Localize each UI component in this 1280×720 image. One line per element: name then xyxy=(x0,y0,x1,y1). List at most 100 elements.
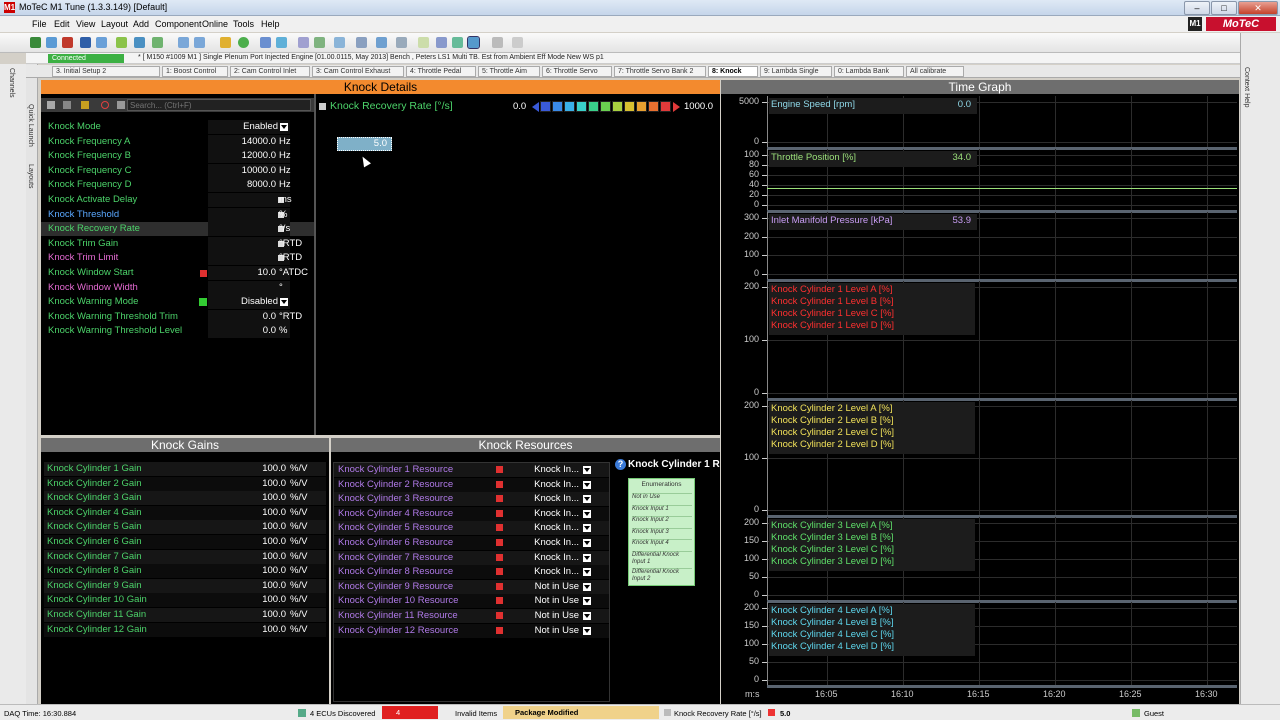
resource-row[interactable]: Knock Cylinder 9 Resource Not in Use xyxy=(334,579,609,594)
compare-icon[interactable] xyxy=(134,37,145,48)
menu-view[interactable]: View xyxy=(76,19,95,29)
resource-value[interactable]: Knock In... xyxy=(534,478,579,492)
channels-tab[interactable]: Channels xyxy=(8,68,15,98)
resource-row[interactable]: Knock Cylinder 1 Resource Knock In... xyxy=(334,463,609,477)
menu-file[interactable]: File xyxy=(32,19,47,29)
refresh-icon[interactable] xyxy=(116,37,127,48)
dropdown-icon[interactable] xyxy=(583,509,591,518)
menu-help[interactable]: Help xyxy=(261,19,280,29)
sort-icon[interactable] xyxy=(117,101,125,109)
tab-cam-exhaust[interactable]: 3: Cam Control Exhaust xyxy=(312,66,404,77)
layouts-tab[interactable]: Layouts xyxy=(27,164,34,189)
gain-row[interactable]: Knock Cylinder 11 Gain 100.0 %/V xyxy=(44,608,326,622)
detail-row[interactable]: Knock Warning Threshold Trim 0.0 °RTD xyxy=(41,309,314,324)
gain-value[interactable]: 100.0 xyxy=(262,608,286,622)
connect-icon[interactable] xyxy=(30,37,41,48)
settings-icon[interactable] xyxy=(492,37,503,48)
maximize-button[interactable]: □ xyxy=(1211,1,1237,15)
window-icon[interactable] xyxy=(376,37,387,48)
error-count[interactable]: 4 xyxy=(382,706,438,719)
value-cell[interactable] xyxy=(208,236,290,251)
value-cell[interactable] xyxy=(208,280,290,295)
resource-value[interactable]: Knock In... xyxy=(534,536,579,550)
dropdown-icon[interactable] xyxy=(583,495,591,504)
resource-row[interactable]: Knock Cylinder 3 Resource Knock In... xyxy=(334,492,609,507)
dropdown-icon[interactable] xyxy=(583,466,591,474)
menu-layout[interactable]: Layout xyxy=(101,19,128,29)
ecus-discovered[interactable]: 4 ECUs Discovered xyxy=(310,709,375,718)
gain-row[interactable]: Knock Cylinder 6 Gain 100.0 %/V xyxy=(44,535,326,549)
gain-value[interactable]: 100.0 xyxy=(262,535,286,549)
save-icon[interactable] xyxy=(80,37,91,48)
resource-value[interactable]: Knock In... xyxy=(534,565,579,579)
detail-row[interactable]: Knock Frequency D 8000.0 Hz xyxy=(41,178,314,193)
tab-boost-control[interactable]: 1: Boost Control xyxy=(162,66,228,77)
gain-row[interactable]: Knock Cylinder 7 Gain 100.0 %/V xyxy=(44,549,326,564)
gain-row[interactable]: Knock Cylinder 12 Gain 100.0 %/V xyxy=(44,622,326,637)
value-cell[interactable] xyxy=(208,222,290,237)
value-cell[interactable]: Disabled xyxy=(199,295,290,310)
dropdown-icon[interactable] xyxy=(280,298,288,307)
redo-icon[interactable] xyxy=(194,37,205,48)
tab-all-calibrate[interactable]: All calibrate xyxy=(906,66,964,77)
layout-icon[interactable] xyxy=(260,37,271,48)
disconnect-icon[interactable] xyxy=(62,37,73,48)
undo-icon[interactable] xyxy=(178,37,189,48)
gain-value[interactable]: 100.0 xyxy=(262,477,286,491)
gain-value[interactable]: 100.0 xyxy=(262,593,286,607)
tab-lambda-bank[interactable]: 0: Lambda Bank xyxy=(834,66,904,77)
value-cell[interactable]: Enabled xyxy=(208,120,290,134)
time-graph-area[interactable]: 5000 0 Engine Speed [rpm] 0.0 100 80 60 40 20 0 Th… xyxy=(721,96,1239,704)
value-cell[interactable]: 8000.0 xyxy=(208,178,290,193)
properties-icon[interactable] xyxy=(418,37,429,48)
menu-online[interactable]: Online xyxy=(202,19,228,29)
quick-launch-tab[interactable]: Quick Launch xyxy=(27,104,34,147)
resource-value[interactable]: Not in Use xyxy=(535,580,579,594)
open-icon[interactable] xyxy=(46,37,57,48)
options-icon[interactable] xyxy=(512,37,523,48)
view-icon[interactable] xyxy=(356,37,367,48)
gain-value[interactable]: 100.0 xyxy=(262,506,286,520)
dropdown-icon[interactable] xyxy=(583,597,591,606)
tab-initial-setup[interactable]: 3. Initial Setup 2 xyxy=(52,66,160,77)
resource-row[interactable]: Knock Cylinder 7 Resource Knock In... xyxy=(334,550,609,565)
detail-row[interactable]: Knock Warning Threshold Level 0.0% xyxy=(41,324,314,339)
package-modified[interactable]: Package Modified xyxy=(503,706,659,719)
dropdown-icon[interactable] xyxy=(583,626,591,635)
resource-value[interactable]: Knock In... xyxy=(534,463,579,477)
list-icon[interactable] xyxy=(63,101,71,109)
gain-row[interactable]: Knock Cylinder 10 Gain 100.0 %/V xyxy=(44,593,326,608)
detail-row[interactable]: Knock Frequency B 12000.0 Hz xyxy=(41,149,314,164)
tab-throttle-aim[interactable]: 5: Throttle Aim xyxy=(478,66,540,77)
menu-tools[interactable]: Tools xyxy=(233,19,254,29)
tab-cam-inlet[interactable]: 2: Cam Control Inlet xyxy=(230,66,310,77)
menu-edit[interactable]: Edit xyxy=(54,19,70,29)
dropdown-icon[interactable] xyxy=(280,123,288,131)
record-icon[interactable] xyxy=(238,37,249,48)
detail-row[interactable]: Knock Warning Mode Disabled xyxy=(41,295,314,310)
tab-throttle-pedal[interactable]: 4: Throttle Pedal xyxy=(406,66,476,77)
graph-icon[interactable] xyxy=(334,37,345,48)
detail-row[interactable]: Knock Window Width ° xyxy=(41,280,314,295)
dropdown-icon[interactable] xyxy=(583,568,591,577)
pause-icon[interactable] xyxy=(220,37,231,48)
tab-lambda-single[interactable]: 9: Lambda Single xyxy=(760,66,832,77)
resource-value[interactable]: Knock In... xyxy=(534,551,579,565)
tab-throttle-servo[interactable]: 6: Throttle Servo xyxy=(542,66,612,77)
splitter[interactable] xyxy=(314,94,316,435)
gain-value[interactable]: 100.0 xyxy=(262,550,286,564)
gain-row[interactable]: Knock Cylinder 1 Gain 100.0 %/V xyxy=(44,462,326,476)
value-cell[interactable] xyxy=(208,193,290,207)
dropdown-icon[interactable] xyxy=(583,524,591,533)
value-cell[interactable]: 0.0 xyxy=(208,324,290,339)
gain-value[interactable]: 100.0 xyxy=(262,520,286,534)
detail-row[interactable]: Knock Activate Delay ms xyxy=(41,193,314,207)
search-input[interactable] xyxy=(127,99,311,111)
save-all-icon[interactable] xyxy=(96,37,107,48)
add-channel-icon[interactable] xyxy=(298,37,309,48)
zoom-icon[interactable] xyxy=(436,37,447,48)
recovery-rate-cell[interactable]: 5.0 xyxy=(337,137,392,151)
expand-icon[interactable] xyxy=(319,103,326,110)
resource-value[interactable]: Knock In... xyxy=(534,507,579,521)
filter-icon[interactable] xyxy=(47,101,55,109)
